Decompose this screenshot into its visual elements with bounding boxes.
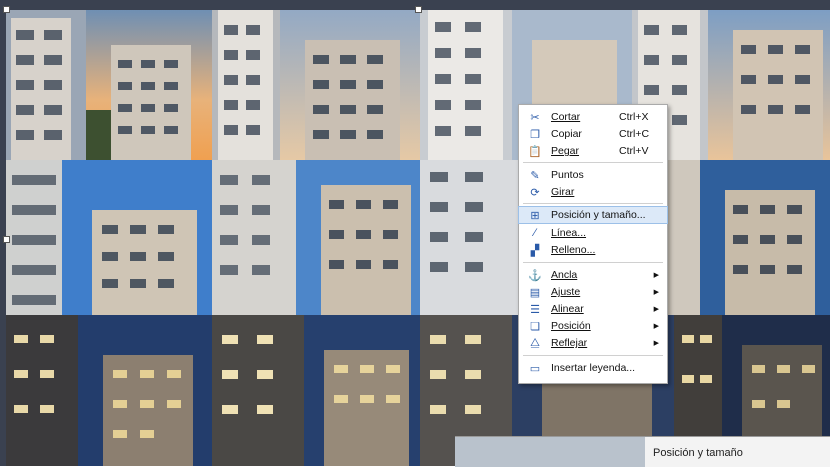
menu-item-copy[interactable]: ❐ Copiar Ctrl+C	[519, 126, 667, 142]
position-size-dialog[interactable]: Posición y tamaño	[455, 436, 830, 467]
context-menu: ✂ Cortar Ctrl+X ❐ Copiar Ctrl+C 📋 Pegar …	[518, 104, 668, 384]
caption-icon: ▭	[529, 362, 541, 375]
dialog-titlebar[interactable]: Posición y tamaño	[645, 437, 830, 467]
photo-tile[interactable]	[304, 315, 420, 466]
photo-tile[interactable]	[6, 315, 78, 466]
fill-icon: ▞	[530, 244, 540, 257]
menu-item-flip[interactable]: ⧋ Reflejar ▶	[519, 335, 667, 351]
dialog-title: Posición y tamaño	[653, 447, 743, 459]
photo-tile[interactable]	[62, 160, 212, 315]
align-icon: ☰	[530, 303, 540, 316]
menu-item-label: Ancla	[551, 269, 578, 281]
selection-handle[interactable]	[3, 236, 10, 243]
flip-icon: ⧋	[530, 336, 540, 349]
photo-tile[interactable]	[6, 160, 62, 315]
photo-tile[interactable]	[6, 10, 86, 160]
photo-tile[interactable]	[78, 315, 212, 466]
menu-item-line[interactable]: ∕ Línea...	[519, 225, 667, 241]
photo-tile[interactable]	[86, 10, 212, 160]
menu-item-wrap[interactable]: ▤ Ajuste ▶	[519, 284, 667, 300]
dialog-background-preview	[455, 437, 645, 467]
line-icon: ∕	[534, 227, 536, 239]
submenu-arrow-icon: ▶	[653, 323, 659, 330]
menu-item-label: Girar	[551, 186, 575, 198]
selection-handle[interactable]	[3, 6, 10, 13]
menu-item-label: Línea...	[551, 227, 587, 239]
menu-separator	[523, 262, 663, 263]
submenu-arrow-icon: ▶	[653, 340, 659, 347]
photo-tile[interactable]	[420, 10, 512, 160]
submenu-arrow-icon: ▶	[653, 272, 659, 279]
wrap-icon: ▤	[529, 286, 541, 299]
menu-item-label: Ajuste	[551, 286, 581, 298]
photo-tile[interactable]	[296, 160, 420, 315]
photo-tile[interactable]	[280, 10, 420, 160]
rotate-icon: ⟳	[530, 186, 540, 199]
menu-item-label: Posición	[551, 320, 591, 332]
menu-item-insert-caption[interactable]: ▭ Insertar leyenda...	[519, 360, 667, 376]
menu-item-label: Cortar	[551, 111, 581, 123]
menu-item-label: Copiar	[551, 128, 582, 140]
menu-item-label: Posición y tamaño...	[551, 209, 646, 221]
menu-separator	[523, 203, 663, 204]
menu-separator	[523, 355, 663, 356]
position-size-icon: ⊞	[530, 209, 540, 222]
menu-item-paste[interactable]: 📋 Pegar Ctrl+V	[519, 143, 667, 159]
menu-separator	[523, 162, 663, 163]
submenu-arrow-icon: ▶	[653, 289, 659, 296]
menu-item-label: Pegar	[551, 145, 580, 157]
scissors-icon: ✂	[530, 111, 540, 124]
menu-item-cut[interactable]: ✂ Cortar Ctrl+X	[519, 109, 667, 125]
menu-item-label: Relleno...	[551, 244, 596, 256]
submenu-arrow-icon: ▶	[653, 306, 659, 313]
menu-item-shortcut: Ctrl+C	[619, 128, 650, 140]
photo-tile[interactable]	[420, 160, 518, 315]
photo-tile[interactable]	[212, 10, 280, 160]
photo-tile[interactable]	[708, 10, 830, 160]
photo-tile[interactable]	[212, 160, 296, 315]
photo-tile[interactable]	[212, 315, 304, 466]
menu-item-arrange[interactable]: ❏ Posición ▶	[519, 318, 667, 334]
menu-item-points[interactable]: ✎ Puntos	[519, 167, 667, 183]
copy-icon: ❐	[530, 128, 540, 141]
menu-item-align[interactable]: ☰ Alinear ▶	[519, 301, 667, 317]
menu-item-anchor[interactable]: ⚓ Ancla ▶	[519, 267, 667, 283]
menu-item-label: Reflejar	[551, 337, 588, 349]
menu-item-rotate[interactable]: ⟳ Girar	[519, 184, 667, 200]
paste-icon: 📋	[528, 145, 542, 158]
points-icon: ✎	[530, 169, 540, 182]
menu-item-shortcut: Ctrl+X	[619, 111, 649, 123]
selection-handle[interactable]	[415, 6, 422, 13]
photo-collage[interactable]	[0, 0, 830, 466]
anchor-icon: ⚓	[528, 269, 542, 282]
photo-tile[interactable]	[700, 160, 830, 315]
menu-item-fill[interactable]: ▞ Relleno...	[519, 242, 667, 258]
menu-item-label: Puntos	[551, 169, 584, 181]
menu-item-label: Insertar leyenda...	[551, 362, 636, 374]
menu-item-position-size[interactable]: ⊞ Posición y tamaño...	[518, 206, 668, 224]
menu-item-label: Alinear	[551, 303, 584, 315]
menu-item-shortcut: Ctrl+V	[619, 145, 649, 157]
arrange-icon: ❏	[530, 320, 540, 333]
